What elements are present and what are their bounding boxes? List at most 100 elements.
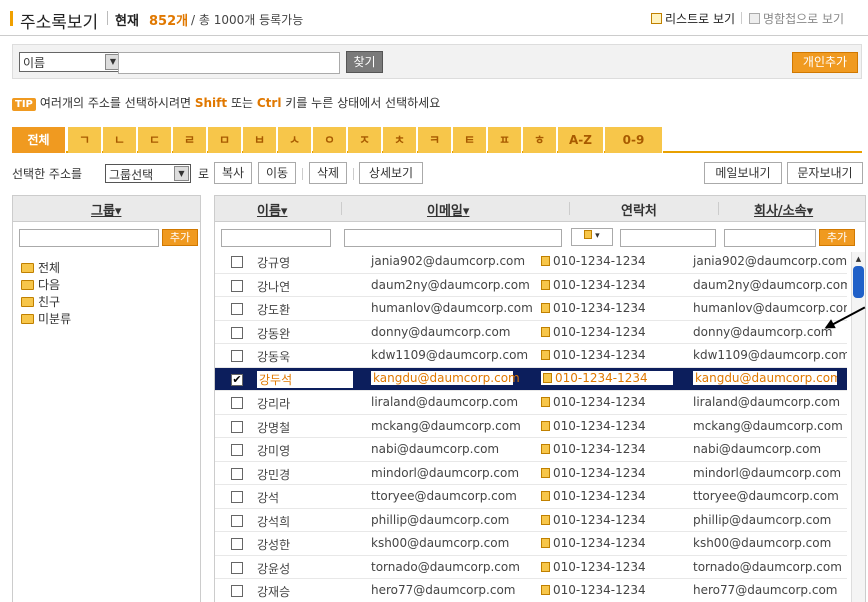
- tab-siot[interactable]: ㅅ: [278, 127, 312, 153]
- company-filter-input[interactable]: [724, 229, 816, 247]
- tab-pieup[interactable]: ㅍ: [488, 127, 522, 153]
- table-row[interactable]: 강윤성 tornado@daumcorp.com 010-1234-1234 torn…: [215, 556, 847, 579]
- contact-email[interactable]: jania902@daumcorp.com: [371, 254, 525, 268]
- tab-giyeok[interactable]: ㄱ: [68, 127, 102, 153]
- contact-name[interactable]: 강성한: [257, 536, 290, 553]
- contact-name[interactable]: 강나연: [257, 278, 290, 295]
- tab-a-z[interactable]: A-Z: [558, 127, 604, 153]
- row-checkbox[interactable]: [231, 303, 243, 315]
- contact-email[interactable]: nabi@daumcorp.com: [371, 442, 499, 456]
- tab-rieul[interactable]: ㄹ: [173, 127, 207, 153]
- add-person-button[interactable]: 개인추가: [792, 52, 858, 73]
- table-row[interactable]: 강석 ttoryee@daumcorp.com 010-1234-1234 ttory…: [215, 485, 847, 509]
- table-row[interactable]: 강명철 mckang@daumcorp.com 010-1234-1234 mckan…: [215, 415, 847, 438]
- tab-chieut[interactable]: ㅊ: [383, 127, 417, 153]
- contact-email[interactable]: daum2ny@daumcorp.com: [371, 278, 530, 292]
- contact-email[interactable]: donny@daumcorp.com: [371, 325, 510, 339]
- row-checkbox[interactable]: [231, 561, 243, 574]
- contact-name[interactable]: 강석희: [257, 513, 290, 530]
- row-checkbox[interactable]: [231, 326, 243, 339]
- contact-name[interactable]: 강규영: [257, 254, 290, 271]
- table-row[interactable]: 강도환 humanlov@daumcorp.com 010-1234-1234 hum…: [215, 297, 847, 321]
- table-row[interactable]: 강리라 liraland@daumcorp.com 010-1234-1234 lir…: [215, 391, 847, 415]
- group-name-input[interactable]: [19, 229, 159, 247]
- row-checkbox[interactable]: [231, 491, 243, 503]
- view-list-link[interactable]: 리스트로 보기: [651, 10, 735, 27]
- contact-add-button[interactable]: 추가: [819, 229, 855, 246]
- tab-0-9[interactable]: 0-9: [605, 127, 663, 153]
- company-sort-header[interactable]: 회사/소속▾: [754, 200, 813, 219]
- table-row[interactable]: 강미영 nabi@daumcorp.com 010-1234-1234 nabi@da…: [215, 438, 847, 462]
- table-row[interactable]: 강성한 ksh00@daumcorp.com 010-1234-1234 ksh00@…: [215, 532, 847, 556]
- table-row[interactable]: 강규영 jania902@daumcorp.com 010-1234-1234 jan…: [215, 250, 847, 274]
- row-checkbox[interactable]: [231, 256, 243, 268]
- send-mail-button[interactable]: 메일보내기: [704, 162, 782, 184]
- contact-name[interactable]: 강동완: [257, 325, 290, 342]
- contact-email[interactable]: ttoryee@daumcorp.com: [371, 489, 517, 503]
- scrollbar[interactable]: ▲: [851, 252, 865, 602]
- tab-tieut[interactable]: ㅌ: [453, 127, 487, 153]
- contact-email[interactable]: kdw1109@daumcorp.com: [371, 348, 528, 362]
- tab-jieut[interactable]: ㅈ: [348, 127, 382, 153]
- contact-email[interactable]: phillip@daumcorp.com: [371, 513, 509, 527]
- search-field-select[interactable]: 이름 ▼: [19, 52, 123, 72]
- row-checkbox[interactable]: [231, 585, 243, 597]
- tab-hieut[interactable]: ㅎ: [523, 127, 557, 153]
- tab-bieup[interactable]: ㅂ: [243, 127, 277, 153]
- contact-name[interactable]: 강석: [257, 489, 279, 506]
- view-card-link[interactable]: 명함첩으로 보기: [749, 10, 844, 27]
- move-button[interactable]: 이동: [258, 162, 296, 184]
- contact-email[interactable]: mckang@daumcorp.com: [371, 419, 521, 433]
- name-sort-header[interactable]: 이름▾: [257, 200, 287, 219]
- row-checkbox[interactable]: [231, 514, 243, 527]
- delete-button[interactable]: 삭제: [309, 162, 347, 184]
- table-row[interactable]: 강동완 donny@daumcorp.com 010-1234-1234 donny@…: [215, 321, 847, 344]
- contact-email[interactable]: tornado@daumcorp.com: [371, 560, 520, 574]
- group-item-all[interactable]: 전체: [21, 259, 60, 276]
- contact-name[interactable]: 강재승: [257, 583, 290, 600]
- table-row[interactable]: 강석희 phillip@daumcorp.com 010-1234-1234 phil…: [215, 509, 847, 532]
- table-row[interactable]: 강나연 daum2ny@daumcorp.com 010-1234-1234 daum…: [215, 274, 847, 297]
- row-checkbox[interactable]: ✔: [231, 373, 243, 386]
- contact-email[interactable]: humanlov@daumcorp.com: [371, 301, 533, 315]
- contact-name[interactable]: 강도환: [257, 301, 290, 318]
- row-checkbox[interactable]: [231, 538, 243, 550]
- row-checkbox[interactable]: [231, 350, 243, 362]
- group-item-unclassified[interactable]: 미분류: [21, 310, 71, 327]
- scroll-up-icon[interactable]: ▲: [853, 254, 864, 264]
- contact-name[interactable]: 강두석: [257, 370, 353, 388]
- contact-name[interactable]: 강민경: [257, 466, 290, 483]
- scroll-thumb[interactable]: [853, 266, 864, 298]
- tab-ieung[interactable]: ㅇ: [313, 127, 347, 153]
- tab-mieum[interactable]: ㅁ: [208, 127, 242, 153]
- tab-kieuk[interactable]: ㅋ: [418, 127, 452, 153]
- row-checkbox[interactable]: [231, 397, 243, 409]
- search-input[interactable]: [118, 52, 340, 74]
- contact-name[interactable]: 강동욱: [257, 348, 290, 365]
- phone-type-select[interactable]: ▾: [571, 228, 613, 246]
- row-checkbox[interactable]: [231, 444, 243, 456]
- find-button[interactable]: 찾기: [346, 51, 383, 73]
- group-add-button[interactable]: 추가: [162, 229, 198, 246]
- table-row[interactable]: ✔ 강두석 kangdu@daumcorp.com 010-1234-1234 kang…: [215, 367, 847, 391]
- contact-name[interactable]: 강윤성: [257, 560, 290, 577]
- row-checkbox[interactable]: [231, 467, 243, 480]
- group-select[interactable]: 그룹선택 ▼: [105, 164, 191, 183]
- contact-name[interactable]: 강리라: [257, 395, 290, 412]
- phone-filter-input[interactable]: [620, 229, 716, 247]
- contact-name[interactable]: 강미영: [257, 442, 290, 459]
- detail-button[interactable]: 상세보기: [359, 162, 423, 184]
- group-item-friends[interactable]: 친구: [21, 293, 60, 310]
- contact-email[interactable]: hero77@daumcorp.com: [371, 583, 515, 597]
- contact-email[interactable]: mindorl@daumcorp.com: [371, 466, 519, 480]
- table-row[interactable]: 강민경 mindorl@daumcorp.com 010-1234-1234 mind…: [215, 462, 847, 485]
- copy-button[interactable]: 복사: [214, 162, 252, 184]
- contact-email[interactable]: ksh00@daumcorp.com: [371, 536, 509, 550]
- tab-nieun[interactable]: ㄴ: [103, 127, 137, 153]
- row-checkbox[interactable]: [231, 279, 243, 292]
- table-row[interactable]: 강동욱 kdw1109@daumcorp.com 010-1234-1234 kdw1…: [215, 344, 847, 368]
- email-filter-input[interactable]: [344, 229, 562, 247]
- table-row[interactable]: 강재승 hero77@daumcorp.com 010-1234-1234 hero7…: [215, 579, 847, 602]
- group-sort-header[interactable]: 그룹▾: [91, 200, 121, 219]
- tab-digeut[interactable]: ㄷ: [138, 127, 172, 153]
